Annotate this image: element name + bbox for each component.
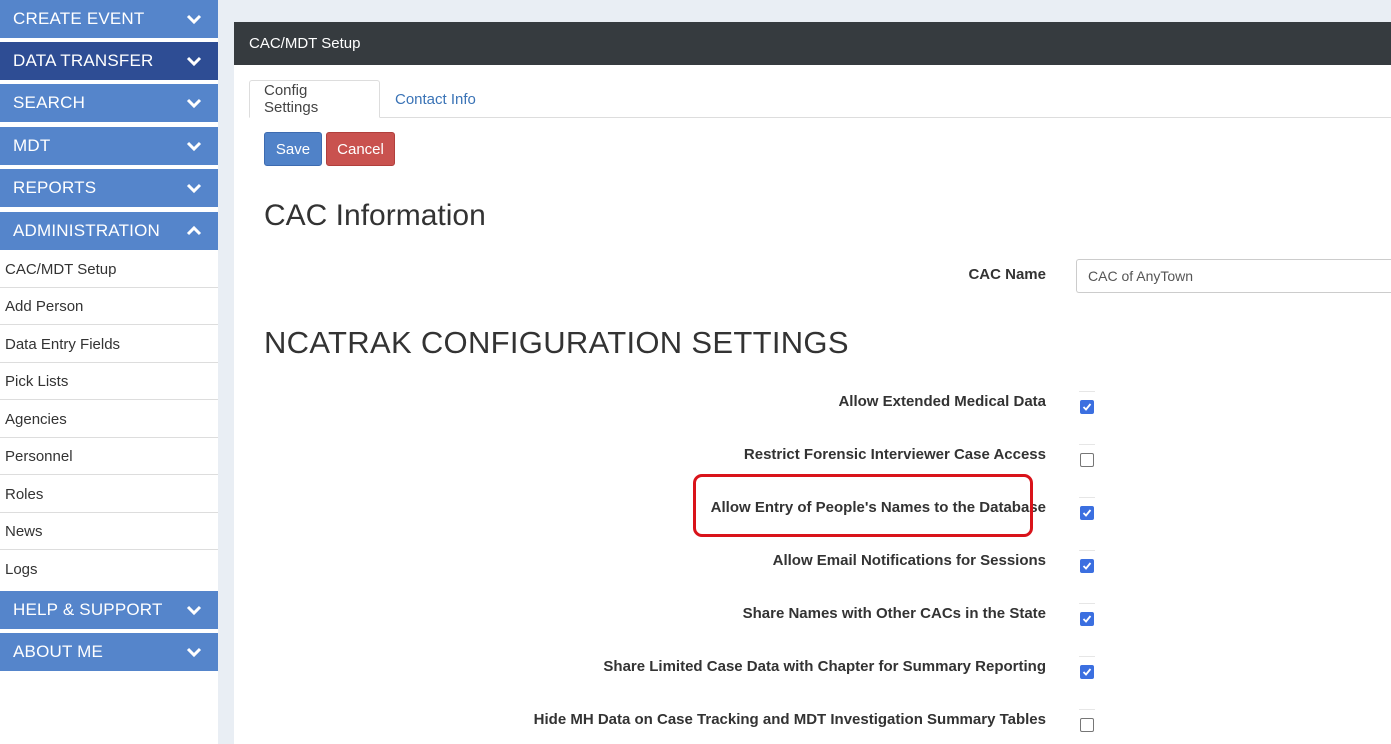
tab-label: Config Settings: [264, 82, 319, 116]
row-divider: [1079, 497, 1095, 498]
nav-label: ADMINISTRATION: [13, 221, 160, 240]
checkmark-icon: [1082, 668, 1092, 676]
chevron-up-icon: [186, 225, 202, 236]
setting-label-email-notifications: Allow Email Notifications for Sessions: [772, 552, 1046, 569]
ncatrak-config-heading: NCATRAK CONFIGURATION SETTINGS: [264, 325, 849, 360]
cac-name-label: CAC Name: [968, 266, 1046, 283]
sidebar-gutter: [218, 0, 234, 744]
checkbox-extended-medical[interactable]: [1080, 400, 1094, 414]
row-divider: [1079, 550, 1095, 551]
setting-label-extended-medical: Allow Extended Medical Data: [838, 393, 1046, 410]
nav-label: HELP & SUPPORT: [13, 600, 163, 619]
sidebar-item-add-person[interactable]: Add Person: [0, 288, 218, 325]
sidebar-item-label: CAC/MDT Setup: [5, 260, 117, 278]
setting-label-share-case-data: Share Limited Case Data with Chapter for…: [603, 658, 1046, 675]
nav-data-transfer[interactable]: DATA TRANSFER: [0, 42, 218, 80]
tab-config-settings[interactable]: Config Settings: [249, 80, 380, 118]
sidebar: CREATE EVENT DATA TRANSFER SEARCH MDT RE…: [0, 0, 218, 744]
checkmark-icon: [1082, 509, 1092, 517]
checkmark-icon: [1082, 403, 1092, 411]
nav-label: ABOUT ME: [13, 642, 104, 661]
sidebar-item-label: Logs: [5, 561, 38, 578]
cac-name-input[interactable]: CAC of AnyTown: [1076, 259, 1391, 293]
nav-label: REPORTS: [13, 178, 97, 197]
chevron-down-icon: [186, 98, 202, 109]
checkbox-allow-names[interactable]: [1080, 506, 1094, 520]
checkmark-icon: [1082, 562, 1092, 570]
sidebar-item-roles[interactable]: Roles: [0, 476, 218, 513]
nav-label: DATA TRANSFER: [13, 51, 154, 70]
nav-label: CREATE EVENT: [13, 9, 145, 28]
row-divider: [1079, 603, 1095, 604]
cac-name-value: CAC of AnyTown: [1088, 268, 1194, 284]
sidebar-item-agencies[interactable]: Agencies: [0, 401, 218, 438]
setting-label-hide-mh-data: Hide MH Data on Case Tracking and MDT In…: [533, 711, 1046, 728]
checkbox-share-case-data[interactable]: [1080, 665, 1094, 679]
sidebar-item-label: Pick Lists: [5, 372, 69, 390]
tab-label: Contact Info: [395, 90, 476, 108]
sidebar-item-logs[interactable]: Logs: [0, 551, 218, 588]
nav-about-me[interactable]: ABOUT ME: [0, 633, 218, 671]
cac-information-heading: CAC Information: [264, 199, 486, 232]
save-button[interactable]: Save: [264, 132, 322, 166]
sidebar-item-news[interactable]: News: [0, 513, 218, 550]
sidebar-item-label: Data Entry Fields: [5, 335, 121, 353]
sidebar-item-pick-lists[interactable]: Pick Lists: [0, 363, 218, 400]
panel-header: CAC/MDT Setup: [234, 22, 1391, 65]
sidebar-item-data-entry-fields[interactable]: Data Entry Fields: [0, 326, 218, 363]
sidebar-item-label: Agencies: [5, 410, 67, 428]
row-divider: [1079, 444, 1095, 445]
sidebar-item-label: Personnel: [5, 447, 73, 465]
nav-help-support[interactable]: HELP & SUPPORT: [0, 591, 218, 629]
nav-mdt[interactable]: MDT: [0, 127, 218, 165]
setting-label-share-names: Share Names with Other CACs in the State: [742, 605, 1046, 622]
nav-administration[interactable]: ADMINISTRATION: [0, 212, 218, 250]
checkbox-restrict-fi-access[interactable]: [1080, 453, 1094, 467]
checkbox-share-names[interactable]: [1080, 612, 1094, 626]
chevron-down-icon: [186, 141, 202, 152]
setting-label-restrict-fi-access: Restrict Forensic Interviewer Case Acces…: [743, 446, 1046, 463]
tab-contact-info[interactable]: Contact Info: [381, 80, 490, 118]
cancel-button[interactable]: Cancel: [326, 132, 395, 166]
sidebar-item-label: Add Person: [5, 297, 84, 315]
highlight-callout: [693, 474, 1033, 537]
nav-reports[interactable]: REPORTS: [0, 169, 218, 207]
nav-search[interactable]: SEARCH: [0, 84, 218, 122]
chevron-down-icon: [186, 647, 202, 658]
setup-panel: CAC/MDT Setup Config Settings Contact In…: [234, 22, 1391, 744]
sidebar-item-personnel[interactable]: Personnel: [0, 438, 218, 475]
row-divider: [1079, 709, 1095, 710]
nav-create-event[interactable]: CREATE EVENT: [0, 0, 218, 38]
sidebar-item-label: News: [5, 522, 43, 540]
checkbox-email-notifications[interactable]: [1080, 559, 1094, 573]
panel-title: CAC/MDT Setup: [249, 35, 361, 52]
checkmark-icon: [1082, 615, 1092, 623]
sidebar-item-cac-mdt-setup[interactable]: CAC/MDT Setup: [0, 251, 218, 288]
nav-label: MDT: [13, 136, 51, 155]
checkbox-hide-mh-data[interactable]: [1080, 718, 1094, 732]
nav-label: SEARCH: [13, 93, 86, 112]
chevron-down-icon: [186, 605, 202, 616]
row-divider: [1079, 656, 1095, 657]
chevron-down-icon: [186, 183, 202, 194]
row-divider: [1079, 391, 1095, 392]
chevron-down-icon: [186, 56, 202, 67]
chevron-down-icon: [186, 14, 202, 25]
sidebar-item-label: Roles: [5, 485, 44, 503]
